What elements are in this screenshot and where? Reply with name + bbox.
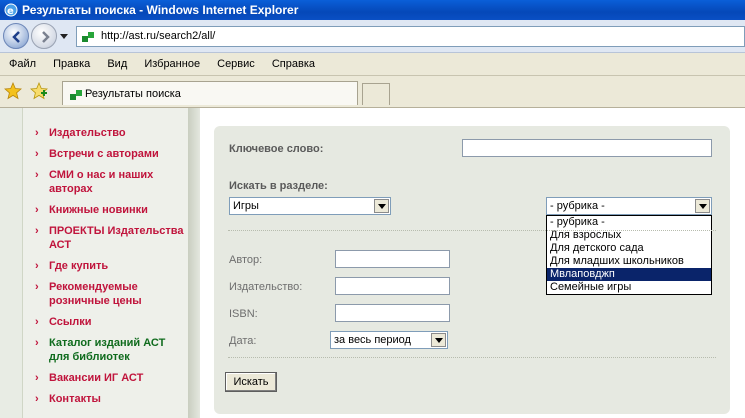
isbn-label: ISBN: — [229, 308, 258, 320]
bullet-icon: › — [35, 260, 39, 272]
address-url[interactable]: http://ast.ru/search2/all/ — [101, 30, 215, 42]
menu-favorites[interactable]: Избранное — [135, 53, 205, 70]
sidebar-item-label[interactable]: Издательство — [49, 127, 126, 139]
add-favorites-icon[interactable] — [30, 82, 48, 100]
bullet-icon: › — [35, 393, 39, 405]
sidebar-item[interactable]: › СМИ о нас и наших авторах — [23, 168, 188, 196]
internet-explorer-icon: e — [4, 3, 18, 17]
sidebar-item-label[interactable]: Каталог изданий АСТ для библиотек — [49, 337, 165, 363]
bullet-icon: › — [35, 148, 39, 160]
chevron-down-icon[interactable] — [374, 199, 389, 213]
rubric-option[interactable]: Мвлаповджп — [547, 268, 711, 281]
date-label: Дата: — [229, 335, 257, 347]
bullet-icon: › — [35, 169, 39, 181]
sidebar-shadow — [188, 108, 200, 418]
tab-bar: Результаты поиска — [0, 76, 745, 108]
menu-file[interactable]: Файл — [0, 53, 41, 70]
sidebar-item[interactable]: › Рекомендуемые розничные цены — [23, 280, 188, 308]
arrow-right-icon — [42, 31, 50, 43]
bullet-icon: › — [35, 337, 39, 349]
favorites-star-icon[interactable] — [4, 82, 22, 100]
new-tab-button[interactable] — [362, 83, 390, 105]
section-select[interactable]: Игры — [229, 197, 391, 215]
sidebar-item[interactable]: › Встречи с авторами — [23, 147, 188, 161]
sidebar-item-label[interactable]: Вакансии ИГ АСТ — [49, 372, 143, 384]
sidebar-item-label[interactable]: Контакты — [49, 393, 101, 405]
sidebar-item[interactable]: › Вакансии ИГ АСТ — [23, 371, 188, 385]
rubric-option[interactable]: Для детского сада — [547, 242, 711, 255]
left-gutter — [0, 108, 22, 418]
sidebar: › Издательство › Встречи с авторами › СМИ о н… — [22, 108, 188, 418]
sidebar-item[interactable]: › Ссылки — [23, 315, 188, 329]
rubric-option[interactable]: Для младших школьников — [547, 255, 711, 268]
forward-button[interactable] — [31, 23, 57, 49]
menu-edit[interactable]: Правка — [44, 53, 95, 70]
window-title: Результаты поиска - Windows Internet Exp… — [22, 3, 299, 17]
rubric-option[interactable]: Семейные игры — [547, 281, 711, 294]
rubric-option[interactable]: - рубрика - — [547, 216, 711, 229]
sidebar-item-label[interactable]: Книжные новинки — [49, 204, 148, 216]
address-bar[interactable]: http://ast.ru/search2/all/ — [76, 26, 745, 47]
window-title-bar: e Результаты поиска - Windows Internet E… — [0, 0, 745, 20]
site-favicon-icon — [82, 32, 94, 42]
tab-label: Результаты поиска — [85, 88, 181, 100]
tab-search-results[interactable]: Результаты поиска — [62, 81, 358, 105]
bullet-icon: › — [35, 372, 39, 384]
publisher-input[interactable] — [335, 277, 450, 295]
address-toolbar: http://ast.ru/search2/all/ — [0, 20, 745, 53]
section-select-value: Игры — [233, 200, 259, 212]
sidebar-item[interactable]: › Книжные новинки — [23, 203, 188, 217]
sidebar-item-label[interactable]: Встречи с авторами — [49, 148, 159, 160]
divider — [228, 357, 716, 358]
date-select[interactable]: за весь период — [330, 331, 448, 349]
rubric-select[interactable]: - рубрика - — [546, 197, 712, 215]
svg-text:e: e — [7, 6, 14, 17]
sidebar-item-label[interactable]: ПРОЕКТЫ Издательства АСТ — [49, 225, 184, 251]
search-submit-button[interactable]: Искать — [225, 372, 277, 392]
menu-view[interactable]: Вид — [98, 53, 132, 70]
bullet-icon: › — [35, 281, 39, 293]
arrow-left-icon — [12, 31, 20, 43]
chevron-down-icon[interactable] — [695, 199, 710, 213]
menu-bar: Файл Правка Вид Избранное Сервис Справка — [0, 53, 745, 76]
divider — [228, 230, 716, 231]
isbn-input[interactable] — [335, 304, 450, 322]
sidebar-item[interactable]: › Издательство — [23, 126, 188, 140]
date-select-value: за весь период — [334, 334, 411, 346]
sidebar-item[interactable]: › Где купить — [23, 259, 188, 273]
bullet-icon: › — [35, 316, 39, 328]
author-input[interactable] — [335, 250, 450, 268]
keyword-input[interactable] — [462, 139, 712, 157]
sidebar-menu: › Издательство › Встречи с авторами › СМИ о н… — [23, 108, 188, 406]
site-favicon-icon — [70, 90, 82, 100]
bullet-icon: › — [35, 204, 39, 216]
sidebar-item-label[interactable]: Где купить — [49, 260, 108, 272]
menu-help[interactable]: Справка — [263, 53, 320, 70]
back-button[interactable] — [3, 23, 29, 49]
sidebar-item-label[interactable]: Рекомендуемые розничные цены — [49, 281, 142, 307]
recent-pages-dropdown-icon[interactable] — [60, 32, 68, 40]
keyword-label: Ключевое слово: — [229, 143, 324, 155]
rubric-dropdown-list: - рубрика - Для взрослых Для детского сада… — [546, 215, 712, 295]
publisher-label: Издательство: — [229, 281, 303, 293]
bullet-icon: › — [35, 225, 39, 237]
sidebar-item-label[interactable]: СМИ о нас и наших авторах — [49, 169, 153, 195]
sidebar-item-label[interactable]: Ссылки — [49, 316, 92, 328]
bullet-icon: › — [35, 127, 39, 139]
rubric-select-value: - рубрика - — [550, 200, 605, 212]
sidebar-item[interactable]: › Контакты — [23, 392, 188, 406]
sidebar-item[interactable]: › Каталог изданий АСТ для библиотек — [23, 336, 188, 364]
section-label: Искать в разделе: — [229, 180, 328, 192]
sidebar-item[interactable]: › ПРОЕКТЫ Издательства АСТ — [23, 224, 188, 252]
author-label: Автор: — [229, 254, 263, 266]
menu-tools[interactable]: Сервис — [208, 53, 260, 70]
chevron-down-icon[interactable] — [431, 333, 446, 347]
